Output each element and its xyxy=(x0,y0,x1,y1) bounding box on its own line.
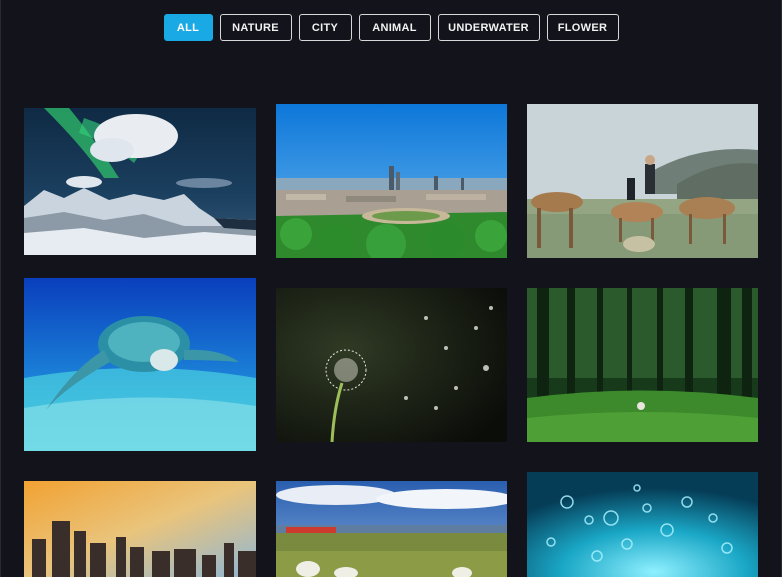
sheep-field-image xyxy=(276,481,507,577)
gallery-item-aurora-mountains[interactable] xyxy=(24,108,256,255)
sunset-city-image xyxy=(24,481,256,577)
filter-all-button[interactable]: ALL xyxy=(163,14,213,41)
gallery-item-sheep-field[interactable] xyxy=(276,481,507,577)
aurora-mountains-image xyxy=(24,108,256,255)
gallery-item-forest[interactable] xyxy=(527,288,758,442)
filter-bar: ALL NATURE CITY ANIMAL UNDERWATER FLOWER xyxy=(1,14,781,41)
gallery-item-dandelion[interactable] xyxy=(276,288,507,442)
gallery-item-sunset-city[interactable] xyxy=(24,481,256,577)
filter-city-button[interactable]: CITY xyxy=(298,14,352,41)
deer-park-image xyxy=(527,104,758,258)
gallery-item-sea-turtle[interactable] xyxy=(24,278,256,451)
forest-image xyxy=(527,288,758,442)
dandelion-image xyxy=(276,288,507,442)
gallery-item-underwater-bubbles[interactable] xyxy=(527,472,758,577)
filter-nature-button[interactable]: NATURE xyxy=(219,14,292,41)
gallery-item-deer-park[interactable] xyxy=(527,104,758,258)
city-skyline-image xyxy=(276,104,507,258)
filter-flower-button[interactable]: FLOWER xyxy=(546,14,619,41)
filter-underwater-button[interactable]: UNDERWATER xyxy=(437,14,540,41)
gallery-page: ALL NATURE CITY ANIMAL UNDERWATER FLOWER xyxy=(0,0,782,577)
filter-animal-button[interactable]: ANIMAL xyxy=(358,14,431,41)
underwater-bubbles-image xyxy=(527,472,758,577)
gallery-item-city-skyline[interactable] xyxy=(276,104,507,258)
sea-turtle-image xyxy=(24,278,256,451)
